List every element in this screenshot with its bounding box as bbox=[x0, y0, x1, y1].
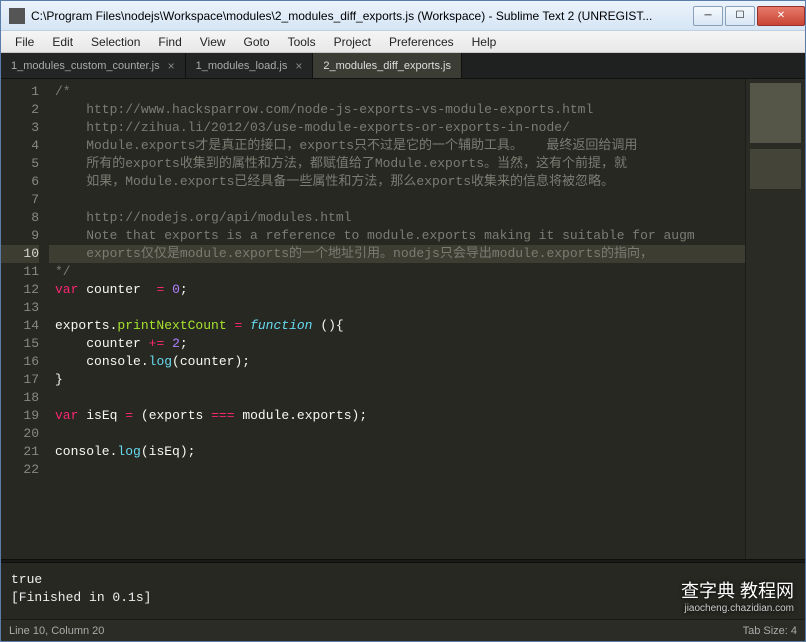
line-gutter: 12345678910111213141516171819202122 bbox=[1, 79, 49, 559]
tab-label: 2_modules_diff_exports.js bbox=[323, 60, 451, 72]
tab-1[interactable]: 1_modules_custom_counter.js × bbox=[1, 53, 186, 78]
minimize-button[interactable]: ─ bbox=[693, 6, 723, 26]
close-tab-icon[interactable]: × bbox=[295, 59, 302, 73]
code-line[interactable] bbox=[49, 191, 745, 209]
close-tab-icon[interactable]: × bbox=[168, 59, 175, 73]
minimap-block bbox=[750, 149, 801, 189]
line-number: 1 bbox=[1, 83, 39, 101]
line-number: 10 bbox=[1, 245, 39, 263]
code-line[interactable]: console.log(isEq); bbox=[49, 443, 745, 461]
tab-3[interactable]: 2_modules_diff_exports.js bbox=[313, 53, 462, 78]
menu-edit[interactable]: Edit bbox=[44, 33, 81, 51]
line-number: 7 bbox=[1, 191, 39, 209]
code-line[interactable]: exports.printNextCount = function (){ bbox=[49, 317, 745, 335]
code-line[interactable]: http://zihua.li/2012/03/use-module-expor… bbox=[49, 119, 745, 137]
code-line[interactable]: http://www.hacksparrow.com/node-js-expor… bbox=[49, 101, 745, 119]
status-tabsize[interactable]: Tab Size: 4 bbox=[743, 625, 797, 637]
line-number: 21 bbox=[1, 443, 39, 461]
code-view[interactable]: /* http://www.hacksparrow.com/node-js-ex… bbox=[49, 79, 745, 559]
window-title: C:\Program Files\nodejs\Workspace\module… bbox=[31, 9, 691, 23]
code-line[interactable]: Note that exports is a reference to modu… bbox=[49, 227, 745, 245]
code-line[interactable]: /* bbox=[49, 83, 745, 101]
menu-tools[interactable]: Tools bbox=[280, 33, 324, 51]
code-line[interactable]: } bbox=[49, 371, 745, 389]
line-number: 11 bbox=[1, 263, 39, 281]
code-line[interactable]: */ bbox=[49, 263, 745, 281]
window-frame: C:\Program Files\nodejs\Workspace\module… bbox=[0, 0, 806, 642]
line-number: 9 bbox=[1, 227, 39, 245]
tab-2[interactable]: 1_modules_load.js × bbox=[186, 53, 314, 78]
code-line[interactable] bbox=[49, 425, 745, 443]
code-line[interactable]: exports仅仅是module.exports的一个地址引用。nodejs只会… bbox=[49, 245, 745, 263]
menu-file[interactable]: File bbox=[7, 33, 42, 51]
menu-project[interactable]: Project bbox=[326, 33, 379, 51]
code-line[interactable] bbox=[49, 299, 745, 317]
line-number: 8 bbox=[1, 209, 39, 227]
line-number: 13 bbox=[1, 299, 39, 317]
code-line[interactable]: 如果，Module.exports已经具备一些属性和方法，那么exports收集… bbox=[49, 173, 745, 191]
line-number: 2 bbox=[1, 101, 39, 119]
status-position[interactable]: Line 10, Column 20 bbox=[9, 625, 104, 637]
line-number: 12 bbox=[1, 281, 39, 299]
minimap[interactable] bbox=[745, 79, 805, 559]
console-line: [Finished in 0.1s] bbox=[11, 589, 795, 607]
console-line: true bbox=[11, 571, 795, 589]
tabbar: 1_modules_custom_counter.js × 1_modules_… bbox=[1, 53, 805, 79]
titlebar[interactable]: C:\Program Files\nodejs\Workspace\module… bbox=[1, 1, 805, 31]
line-number: 19 bbox=[1, 407, 39, 425]
editor-area[interactable]: 12345678910111213141516171819202122 /* h… bbox=[1, 79, 805, 559]
menu-preferences[interactable]: Preferences bbox=[381, 33, 462, 51]
line-number: 3 bbox=[1, 119, 39, 137]
window-buttons: ─ ☐ ✕ bbox=[691, 6, 805, 26]
code-line[interactable]: console.log(counter); bbox=[49, 353, 745, 371]
tab-label: 1_modules_load.js bbox=[196, 60, 288, 72]
line-number: 17 bbox=[1, 371, 39, 389]
code-line[interactable]: var isEq = (exports === module.exports); bbox=[49, 407, 745, 425]
menu-goto[interactable]: Goto bbox=[236, 33, 278, 51]
line-number: 16 bbox=[1, 353, 39, 371]
menu-find[interactable]: Find bbox=[150, 33, 189, 51]
line-number: 15 bbox=[1, 335, 39, 353]
line-number: 22 bbox=[1, 461, 39, 479]
menu-help[interactable]: Help bbox=[464, 33, 505, 51]
code-line[interactable] bbox=[49, 389, 745, 407]
minimap-block bbox=[750, 83, 801, 143]
code-line[interactable]: Module.exports才是真正的接口，exports只不过是它的一个辅助工… bbox=[49, 137, 745, 155]
code-line[interactable]: var counter = 0; bbox=[49, 281, 745, 299]
code-line[interactable] bbox=[49, 461, 745, 479]
menu-view[interactable]: View bbox=[192, 33, 234, 51]
line-number: 14 bbox=[1, 317, 39, 335]
line-number: 18 bbox=[1, 389, 39, 407]
build-output[interactable]: true [Finished in 0.1s] bbox=[1, 563, 805, 619]
code-line[interactable]: counter += 2; bbox=[49, 335, 745, 353]
line-number: 6 bbox=[1, 173, 39, 191]
tab-label: 1_modules_custom_counter.js bbox=[11, 60, 160, 72]
code-line[interactable]: 所有的exports收集到的属性和方法，都赋值给了Module.exports。… bbox=[49, 155, 745, 173]
app-icon bbox=[9, 8, 25, 24]
statusbar: Line 10, Column 20 Tab Size: 4 bbox=[1, 619, 805, 641]
menubar: File Edit Selection Find View Goto Tools… bbox=[1, 31, 805, 53]
line-number: 4 bbox=[1, 137, 39, 155]
maximize-button[interactable]: ☐ bbox=[725, 6, 755, 26]
line-number: 20 bbox=[1, 425, 39, 443]
code-line[interactable]: http://nodejs.org/api/modules.html bbox=[49, 209, 745, 227]
close-button[interactable]: ✕ bbox=[757, 6, 805, 26]
menu-selection[interactable]: Selection bbox=[83, 33, 148, 51]
line-number: 5 bbox=[1, 155, 39, 173]
